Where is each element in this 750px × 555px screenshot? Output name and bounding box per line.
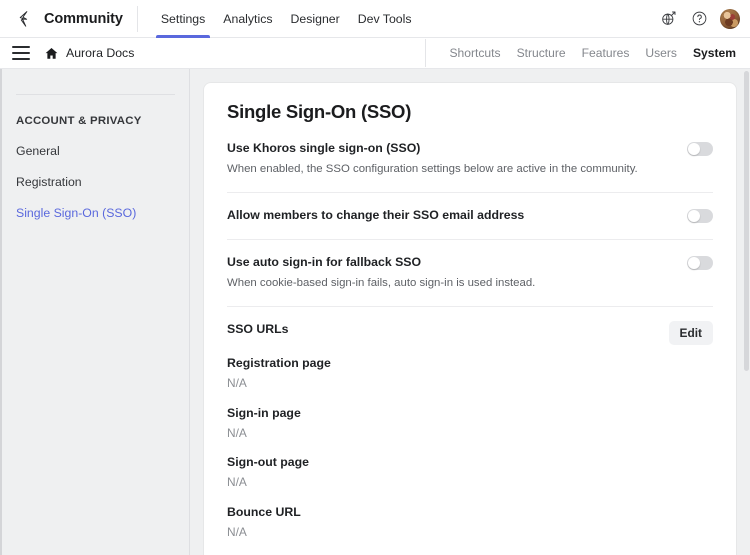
khoros-logo-icon[interactable]: [14, 8, 36, 30]
setting-label: Use Khoros single sign-on (SSO): [227, 141, 421, 155]
field-label: Sign-out page: [227, 455, 309, 470]
toggle-knob: [688, 209, 700, 222]
tab-label: Analytics: [223, 11, 273, 26]
sidebar-heading: ACCOUNT & PRIVACY: [16, 115, 142, 127]
toggle-knob: [688, 143, 700, 155]
secondary-nav: Shortcuts Structure Features Users Syste…: [425, 39, 736, 67]
toggle-use-khoros-sso[interactable]: [687, 142, 713, 156]
field-value: N/A: [227, 425, 247, 440]
subnav-item-system[interactable]: System: [693, 46, 736, 60]
globe-external-link-icon[interactable]: [658, 9, 678, 29]
setting-text: Use Khoros single sign-on (SSO) When ena…: [227, 140, 671, 178]
tab-label: Settings: [160, 11, 206, 26]
setting-row-auto-signin-fallback: Use auto sign-in for fallback SSO When c…: [227, 254, 713, 307]
setting-label: Allow members to change their SSO email …: [227, 207, 525, 222]
field-sign-out-page: Sign-out page N/A: [227, 454, 713, 504]
setting-description: When enabled, the SSO configuration sett…: [227, 162, 638, 175]
sidebar-item-registration[interactable]: Registration: [16, 175, 82, 189]
field-label: Bounce URL: [227, 505, 301, 520]
setting-row-allow-email-change: Allow members to change their SSO email …: [227, 207, 713, 240]
avatar[interactable]: [720, 8, 740, 29]
top-bar: Community Settings Analytics Designer De…: [0, 0, 750, 38]
setting-row-use-khoros-sso: Use Khoros single sign-on (SSO) When ena…: [227, 140, 713, 193]
tab-dev-tools[interactable]: Dev Tools: [349, 0, 421, 38]
setting-description: When cookie-based sign-in fails, auto si…: [227, 276, 536, 289]
sub-bar: Aurora Docs Shortcuts Structure Features…: [0, 38, 750, 69]
site-name: Aurora Docs: [66, 46, 135, 60]
field-value: N/A: [227, 375, 247, 390]
sso-urls-title-wrap: SSO URLs: [227, 321, 653, 339]
sidebar: ACCOUNT & PRIVACY General Registration S…: [2, 69, 190, 555]
tab-settings[interactable]: Settings: [152, 0, 214, 38]
tab-analytics[interactable]: Analytics: [214, 0, 281, 38]
setting-label: Use auto sign-in for fallback SSO: [227, 254, 422, 269]
field-label: Sign-in page: [227, 405, 301, 420]
subnav-item-structure[interactable]: Structure: [517, 46, 566, 60]
setting-text: Allow members to change their SSO email …: [227, 207, 671, 225]
home-icon[interactable]: [44, 46, 59, 61]
page-body: ACCOUNT & PRIVACY General Registration S…: [0, 69, 750, 555]
toggle-knob: [688, 256, 700, 269]
topbar-actions: [658, 8, 740, 29]
brand-name: Community: [44, 10, 123, 27]
field-label: Registration page: [227, 355, 331, 370]
edit-sso-urls-button[interactable]: Edit: [668, 320, 713, 345]
tab-label: Dev Tools: [357, 11, 412, 26]
content-area: Single Sign-On (SSO) Use Khoros single s…: [190, 69, 750, 555]
topbar-divider: [136, 5, 138, 32]
sso-urls-label: SSO URLs: [227, 321, 289, 336]
help-circle-icon[interactable]: [689, 9, 709, 29]
subnav-item-users[interactable]: Users: [645, 46, 677, 60]
field-sign-in-page: Sign-in page N/A: [227, 405, 713, 455]
field-bounce-url: Bounce URL N/A: [227, 504, 713, 555]
sidebar-divider: [16, 94, 175, 95]
field-value: N/A: [227, 475, 247, 490]
field-value: N/A: [227, 524, 247, 539]
page-title: Single Sign-On (SSO): [227, 101, 412, 122]
scrollbar-thumb[interactable]: [744, 71, 749, 371]
sso-urls-header: SSO URLs Edit: [227, 320, 713, 355]
hamburger-menu-icon[interactable]: [12, 46, 30, 60]
toggle-auto-signin-fallback[interactable]: [687, 255, 713, 270]
tab-designer[interactable]: Designer: [282, 0, 349, 38]
toggle-allow-email-change[interactable]: [687, 208, 713, 223]
settings-card: Single Sign-On (SSO) Use Khoros single s…: [204, 83, 736, 555]
primary-tabs: Settings Analytics Designer Dev Tools: [152, 0, 421, 38]
subnav-item-features[interactable]: Features: [582, 46, 630, 60]
tab-label: Designer: [290, 11, 340, 26]
sidebar-item-general[interactable]: General: [16, 144, 60, 158]
content-scrollbar[interactable]: [742, 69, 750, 555]
subnav-item-shortcuts[interactable]: Shortcuts: [449, 46, 500, 60]
app-root: Community Settings Analytics Designer De…: [0, 0, 750, 555]
setting-text: Use auto sign-in for fallback SSO When c…: [227, 254, 671, 292]
field-registration-page: Registration page N/A: [227, 355, 713, 405]
sidebar-item-single-sign-on[interactable]: Single Sign-On (SSO): [16, 206, 136, 220]
